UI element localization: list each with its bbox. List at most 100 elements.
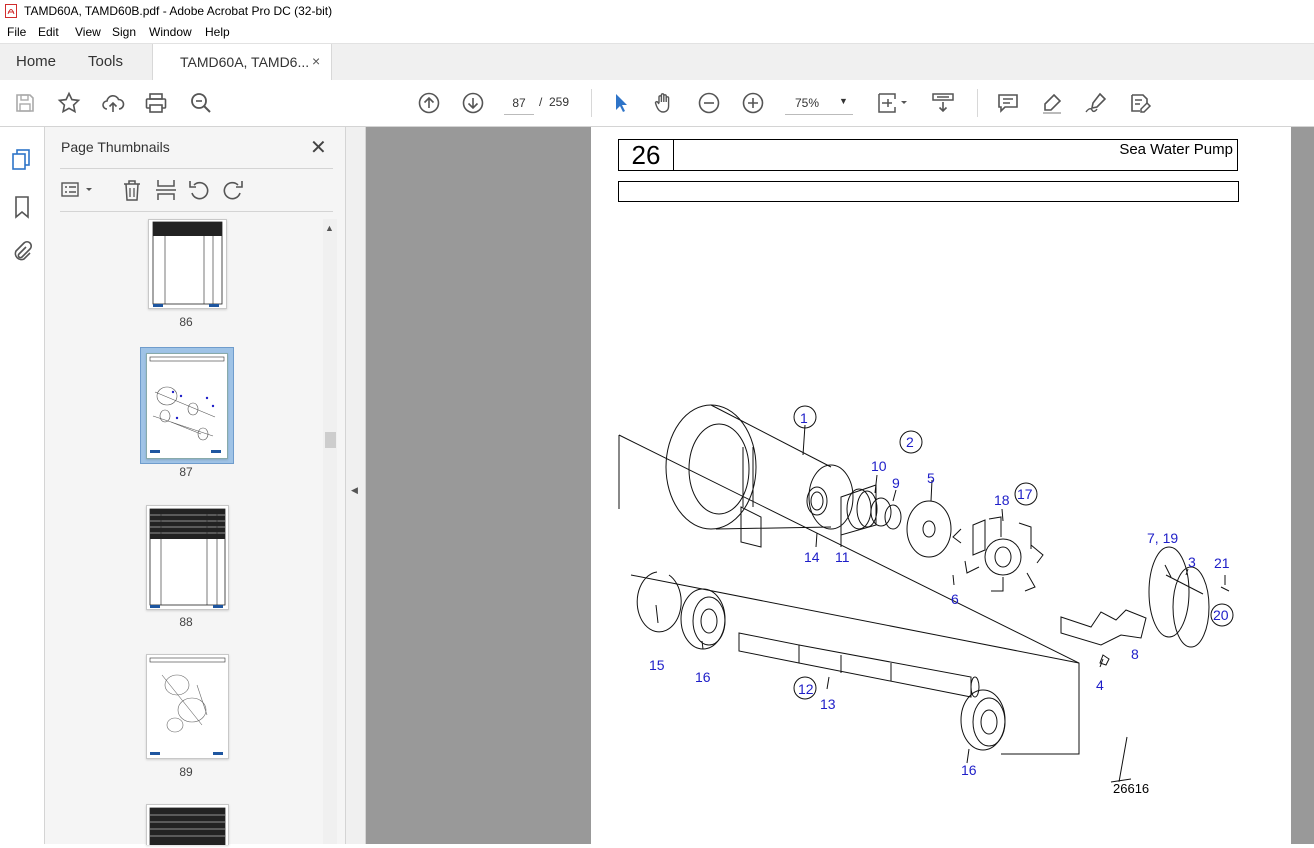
page-subtitle-box: [618, 181, 1239, 202]
page-section-number: 26: [618, 139, 674, 171]
thumbnail-label: 87: [179, 465, 193, 479]
toolbar-divider: [591, 89, 592, 117]
callout-1: 1: [800, 410, 808, 426]
callout-12: 12: [798, 681, 814, 697]
divider: [60, 211, 333, 212]
callout-3: 3: [1188, 554, 1196, 570]
callout-9: 9: [892, 475, 900, 491]
close-icon[interactable]: ✕: [310, 135, 327, 160]
tab-document[interactable]: TAMD60A, TAMD6... ×: [152, 44, 332, 80]
thumbnail-page[interactable]: [146, 804, 229, 848]
callout-6: 6: [951, 591, 959, 607]
edit-pdf-icon[interactable]: [1128, 91, 1152, 115]
pdf-page: 26 Sea Water Pump 1 2 10 9 5 18 17 7, 19…: [591, 127, 1291, 844]
callout-16: 16: [695, 669, 711, 685]
page-up-icon[interactable]: [417, 91, 441, 115]
toolbar: 87 / 259 75% ▼: [0, 80, 1314, 127]
collapse-panel-icon[interactable]: ◀: [351, 485, 358, 496]
callout-14: 14: [804, 549, 820, 565]
callout-20: 20: [1213, 607, 1229, 623]
window-title: TAMD60A, TAMD60B.pdf - Adobe Acrobat Pro…: [24, 4, 333, 18]
star-icon[interactable]: [57, 91, 81, 115]
callout-8: 8: [1131, 646, 1139, 662]
chevron-down-icon: ▼: [839, 96, 848, 106]
comment-icon[interactable]: [996, 91, 1020, 115]
select-cursor-icon[interactable]: [608, 91, 632, 115]
document-tab-label: TAMD60A, TAMD6...: [180, 54, 310, 70]
highlight-icon[interactable]: [1040, 91, 1064, 115]
title-bar: TAMD60A, TAMD60B.pdf - Adobe Acrobat Pro…: [0, 0, 1314, 23]
callout-17: 17: [1017, 486, 1033, 502]
page-title: Sea Water Pump: [1119, 141, 1233, 158]
zoom-select[interactable]: 75% ▼: [785, 92, 853, 115]
hand-icon[interactable]: [652, 91, 676, 115]
thumbnail-label: 86: [179, 315, 193, 329]
zoom-value: 75%: [795, 96, 820, 110]
tab-home[interactable]: Home: [16, 53, 56, 70]
callout-15: 15: [649, 657, 665, 673]
menu-bar: File Edit View Sign Window Help: [0, 23, 1314, 43]
thumbnail-scrollbar[interactable]: ▲: [323, 219, 337, 844]
print-icon[interactable]: [144, 91, 168, 115]
document-view[interactable]: 26 Sea Water Pump 1 2 10 9 5 18 17 7, 19…: [366, 127, 1314, 844]
scrollbar-thumb[interactable]: [325, 432, 336, 448]
scroll-up-icon[interactable]: ▲: [325, 223, 334, 233]
menu-sign[interactable]: Sign: [112, 25, 136, 39]
page-number-input[interactable]: 87: [504, 92, 534, 115]
thumbnail-page[interactable]: [148, 219, 227, 309]
tab-tools[interactable]: Tools: [88, 53, 123, 70]
page-title-box: Sea Water Pump: [672, 139, 1238, 171]
thumbnail-label: 88: [179, 615, 193, 629]
thumbnail-label: 89: [179, 765, 193, 779]
thumbnail-options-icon[interactable]: [60, 177, 94, 203]
figure-id: 26616: [1113, 781, 1150, 796]
callout-10: 10: [871, 458, 887, 474]
callout-16-right: 16: [961, 762, 977, 778]
attachment-icon[interactable]: [11, 240, 33, 264]
zoom-out-icon[interactable]: [697, 91, 721, 115]
sign-icon[interactable]: [1084, 91, 1108, 115]
menu-help[interactable]: Help: [205, 25, 230, 39]
panel-splitter[interactable]: ◀: [346, 127, 366, 844]
rotate-left-icon[interactable]: [186, 177, 212, 203]
page-separator: /: [539, 95, 543, 109]
save-icon[interactable]: [13, 91, 37, 115]
extract-pages-icon[interactable]: [153, 177, 179, 203]
exploded-pump-diagram: 1 2 10 9 5 18 17 7, 19 3 21 20 8 4 6 14 …: [618, 404, 1234, 783]
search-zoom-icon[interactable]: [189, 91, 213, 115]
menu-file[interactable]: File: [7, 25, 26, 39]
page-down-icon[interactable]: [461, 91, 485, 115]
menu-edit[interactable]: Edit: [38, 25, 59, 39]
menu-window[interactable]: Window: [149, 25, 192, 39]
close-tab-icon[interactable]: ×: [312, 53, 320, 69]
thumbnail-page[interactable]: [146, 654, 229, 759]
thumbnail-panel: Page Thumbnails ✕ 86 87 88 89 ▲: [45, 127, 346, 848]
thumbnail-page[interactable]: [146, 505, 229, 610]
divider: [60, 168, 333, 169]
upload-icon[interactable]: [101, 91, 125, 115]
callout-7-19: 7, 19: [1147, 530, 1178, 546]
tab-bar: Home Tools TAMD60A, TAMD6... ×: [0, 43, 1314, 81]
callout-11: 11: [835, 549, 850, 565]
callout-2: 2: [906, 434, 914, 450]
rotate-right-icon[interactable]: [220, 177, 246, 203]
thumbnail-page: [146, 353, 228, 459]
callout-5: 5: [927, 470, 935, 486]
acrobat-pdf-icon: [5, 4, 17, 18]
scroll-mode-icon[interactable]: [931, 91, 955, 115]
bookmark-icon[interactable]: [12, 195, 32, 219]
menu-view[interactable]: View: [75, 25, 101, 39]
page-total: 259: [549, 95, 570, 109]
page-thumbnails-icon[interactable]: [10, 147, 34, 173]
fit-page-icon[interactable]: [876, 91, 912, 115]
panel-title: Page Thumbnails: [61, 139, 170, 155]
delete-icon[interactable]: [119, 177, 145, 203]
callout-13: 13: [820, 696, 836, 712]
zoom-in-icon[interactable]: [741, 91, 765, 115]
thumbnail-selected[interactable]: [140, 347, 234, 464]
callout-18: 18: [994, 492, 1010, 508]
toolbar-divider: [977, 89, 978, 117]
callout-4: 4: [1096, 677, 1104, 693]
navigation-rail: [0, 127, 45, 844]
callout-21: 21: [1214, 555, 1230, 571]
